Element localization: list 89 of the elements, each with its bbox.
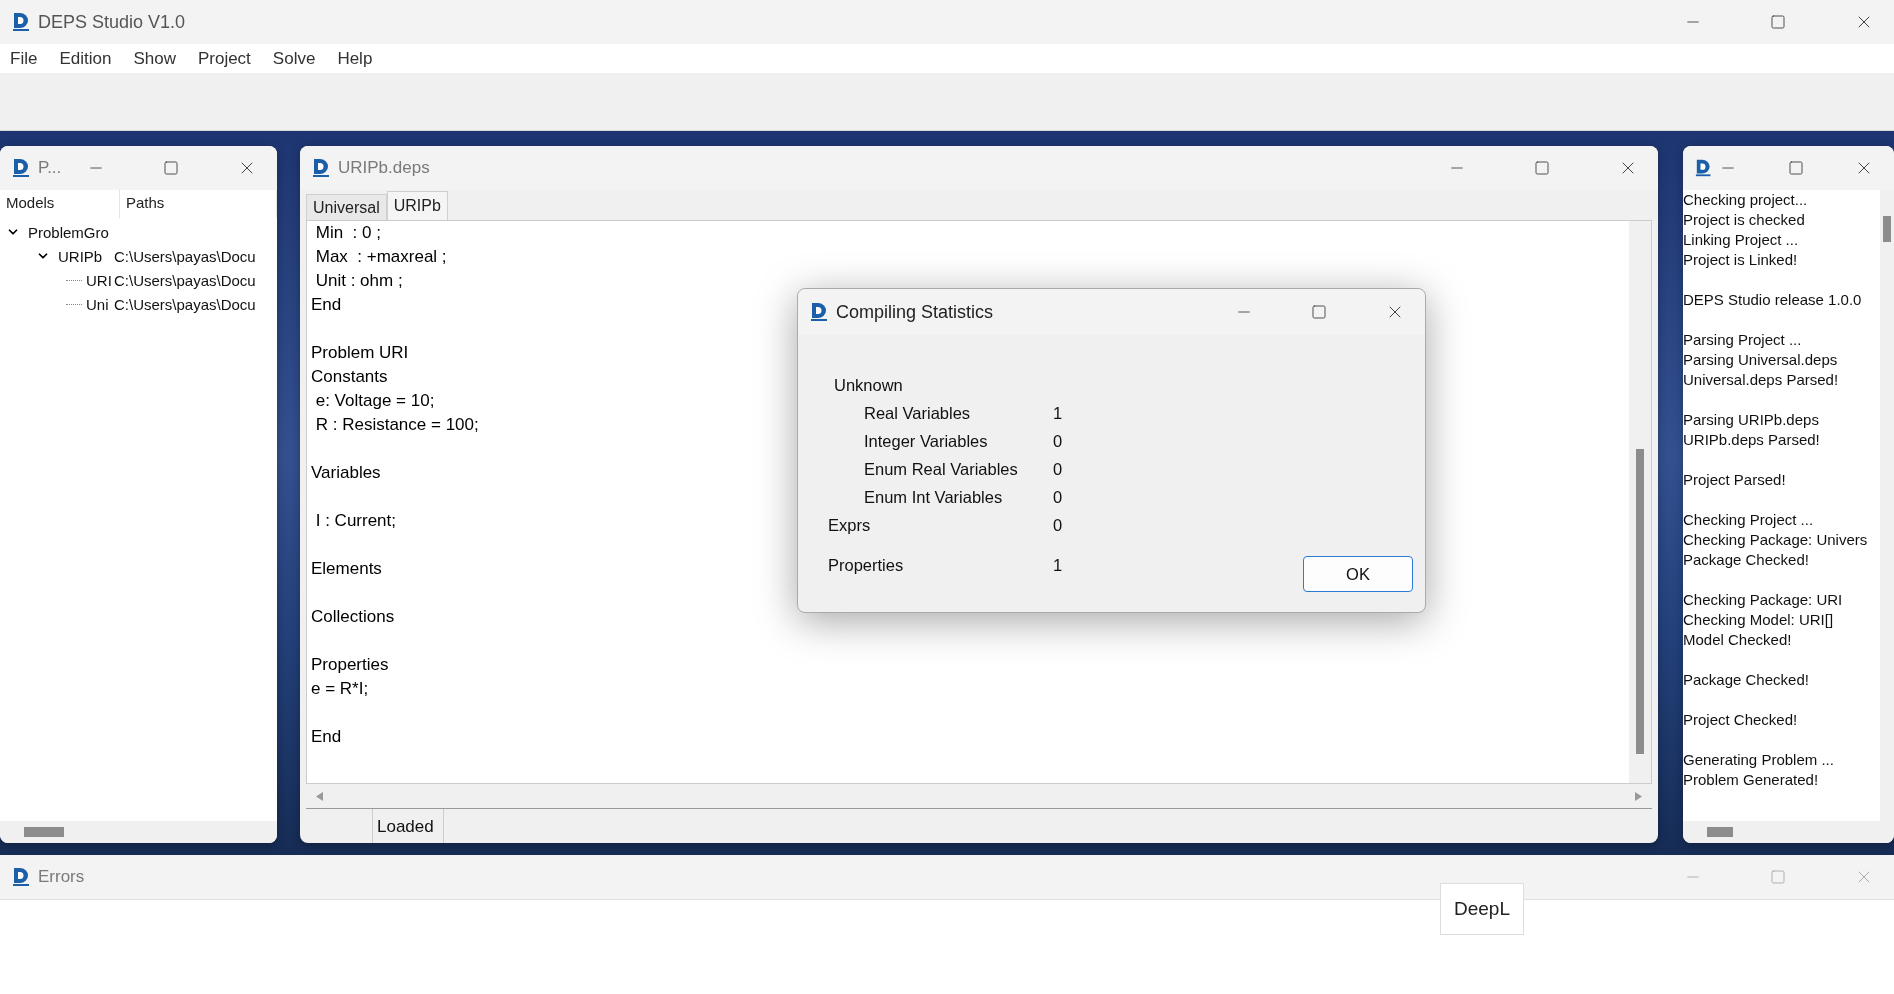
log-line: Generating Problem ... (1683, 750, 1835, 770)
logo-icon (12, 12, 30, 32)
log-line: Package Checked! (1683, 550, 1810, 570)
menu-item[interactable]: Edition (59, 48, 112, 69)
code-line: e = R*I; (311, 678, 369, 700)
tree-item[interactable]: URIPb (58, 247, 114, 265)
maximize-icon[interactable] (163, 160, 179, 176)
ok-button[interactable]: OK (1303, 556, 1413, 592)
code-line: Problem URI (311, 342, 409, 364)
tab[interactable]: URIPb (386, 191, 448, 220)
stat-value: 0 (1053, 431, 1063, 451)
left-arrow-icon[interactable] (316, 791, 323, 801)
log-line: Parsing Project ... (1683, 330, 1803, 350)
code-line: Properties (311, 654, 389, 676)
code-line: Variables (311, 462, 381, 484)
status-text: Loaded (372, 809, 444, 843)
logo-icon (1695, 158, 1712, 178)
stat-label: Properties (828, 555, 905, 575)
stat-value: 0 (1053, 459, 1063, 479)
tab[interactable]: Universal (306, 194, 387, 220)
menu-item[interactable]: Show (133, 48, 176, 69)
scrollbar[interactable] (1629, 221, 1651, 783)
menu-item[interactable]: File (10, 48, 38, 69)
log-line: URIPb.deps Parsed! (1683, 430, 1821, 450)
log-line: Project Parsed! (1683, 470, 1787, 490)
log-line: Checking Model: URI[] (1683, 610, 1835, 630)
stat-label: Enum Int Variables (864, 487, 1004, 507)
log-line: Parsing URIPb.deps (1683, 410, 1820, 430)
logo-icon (810, 302, 828, 322)
scrollbar[interactable] (1683, 821, 1894, 843)
log-line: Checking Project ... (1683, 510, 1815, 530)
dialog-title: Compiling Statistics (836, 301, 995, 323)
code-line: Min : 0 ; (314, 222, 381, 244)
stat-value: 0 (1053, 487, 1063, 507)
log-line: Project Checked! (1683, 710, 1799, 730)
logo-icon (312, 158, 330, 178)
log-line: Parsing Universal.deps (1683, 350, 1839, 370)
path-text: C:\Users\payas\Docu (114, 295, 256, 313)
menu-item[interactable]: Help (337, 48, 373, 69)
log-line: Project is checked (1683, 210, 1806, 230)
window-title: DEPS Studio V1.0 (38, 11, 187, 33)
stat-label: Unknown (834, 375, 904, 395)
code-line: Collections (311, 606, 395, 628)
tree-item[interactable]: ProblemGro (28, 223, 114, 241)
logo-icon (12, 867, 30, 887)
code-line: R : Resistance = 100; (314, 414, 479, 436)
log-line: Model Checked! (1683, 630, 1793, 650)
tooltip: DeepL (1440, 883, 1524, 935)
path-text: C:\Users\payas\Docu (114, 271, 256, 289)
maximize-icon[interactable] (1770, 14, 1786, 30)
code-line: Elements (311, 558, 382, 580)
menu-item[interactable]: Project (197, 48, 251, 69)
tree-item[interactable]: URI (86, 271, 114, 289)
window-title: Errors (38, 867, 86, 887)
log-line: Package Checked! (1683, 670, 1810, 690)
maximize-icon[interactable] (1311, 304, 1327, 320)
code-line: Constants (311, 366, 388, 388)
maximize-icon[interactable] (1534, 160, 1550, 176)
log-line: Project is Linked! (1683, 250, 1799, 270)
code-line: I : Current; (314, 510, 397, 532)
stat-value: 0 (1053, 515, 1063, 535)
logo-icon (12, 158, 30, 178)
log-line: Checking Package: Univers (1683, 530, 1869, 550)
log-line: Linking Project ... (1683, 230, 1800, 250)
code-line: End (311, 294, 342, 316)
stat-value: 1 (1053, 403, 1063, 423)
stat-label: Exprs (828, 515, 872, 535)
menu-item[interactable]: Solve (272, 48, 316, 69)
stat-label: Real Variables (864, 403, 972, 423)
log-line: Universal.deps Parsed! (1683, 370, 1840, 390)
log-line: Problem Generated! (1683, 770, 1820, 790)
code-line: Max : +maxreal ; (314, 246, 447, 268)
window-title: URIPb.deps (338, 158, 431, 178)
log-line: DEPS Studio release 1.0.0 (1683, 290, 1863, 310)
code-line: e: Voltage = 10; (314, 390, 435, 412)
stat-value: 1 (1053, 555, 1063, 575)
tree-item[interactable]: Uni (86, 295, 114, 313)
maximize-icon[interactable] (1787, 160, 1804, 176)
stat-label: Enum Real Variables (864, 459, 1019, 479)
code-line: End (311, 726, 342, 748)
stat-label: Integer Variables (864, 431, 989, 451)
window-title: P... (38, 158, 63, 178)
path-text: C:\Users\payas\Docu (114, 247, 256, 265)
code-line: Unit : ohm ; (314, 270, 403, 292)
scrollbar[interactable] (0, 821, 277, 843)
log-line: Checking project... (1683, 190, 1809, 210)
right-arrow-icon[interactable] (1635, 791, 1642, 801)
maximize-icon[interactable] (1770, 869, 1786, 885)
log-line: Checking Package: URI (1683, 590, 1844, 610)
